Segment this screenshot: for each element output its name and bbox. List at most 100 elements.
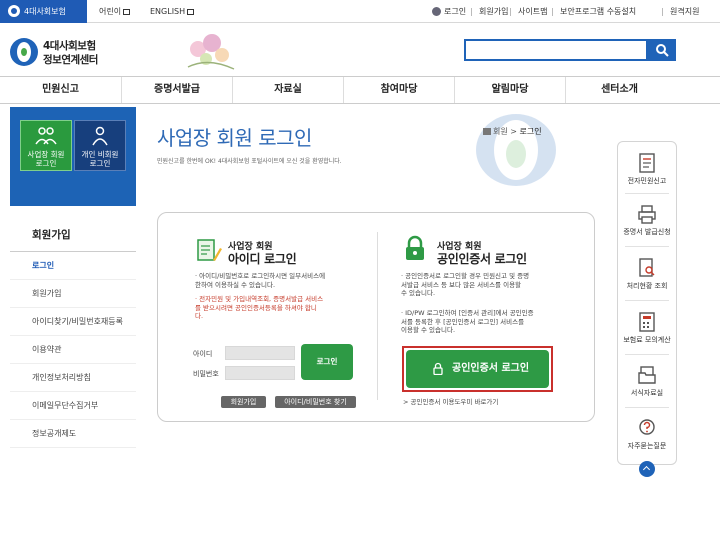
side-menu-item-email-refusal[interactable]: 이메일무단수집거부 (10, 392, 136, 420)
brand-line1: 4대사회보험 (43, 40, 96, 52)
quick-menu-e-complaint[interactable]: 전자민원신고 (617, 153, 677, 186)
side-menu-item-find-id[interactable]: 아이디찾기/비밀번호재등록 (10, 308, 136, 336)
divider (625, 193, 669, 194)
brand-line2: 정보연계센터 (43, 54, 98, 66)
tab-label-line1: 사업장 회원 (27, 150, 65, 159)
search-input[interactable] (464, 39, 648, 61)
divider (625, 407, 669, 408)
home-icon (483, 128, 491, 135)
quick-menu-label: 증명서 발급신청 (623, 228, 671, 236)
main-nav: 민원신고 증명서발급 자료실 참여마당 알림마당 센터소개 (0, 76, 720, 104)
nav-item-notice[interactable]: 알림마당 (454, 77, 565, 103)
side-menu-title: 회원가입 (10, 218, 136, 252)
tab-label-line1: 개인 비회원 (81, 150, 119, 159)
flower-illustration (187, 34, 235, 70)
emblem-icon (10, 38, 38, 66)
logo-dot-icon (8, 5, 20, 17)
nav-item-participation[interactable]: 참여마당 (343, 77, 454, 103)
cert-login-title: 공인인증서 로그인 (437, 252, 527, 266)
intro-text: 민원신고를 한번에 OK! 4대사회보험 포털사이트에 오신 것을 환영합니다. (157, 158, 342, 165)
tab-label-line2: 로그인 (35, 159, 57, 168)
side-menu-item-disclosure[interactable]: 정보공개제도 (10, 420, 136, 448)
id-login-note1: · 아이디/비밀번호로 로그인하시면 일부서비스에 한하여 이용하실 수 있습니… (195, 272, 326, 289)
search-document-icon (639, 258, 655, 277)
password-input[interactable] (225, 366, 295, 380)
individual-login-tab[interactable]: 개인 비회원 로그인 (74, 120, 126, 171)
cert-help-link[interactable]: > 공인인증서 이용도우미 바로가기 (403, 396, 498, 406)
tab-social-insurance[interactable]: 4대사회보험 (0, 0, 87, 23)
tab-label: ENGLISH (150, 7, 186, 16)
nav-item-complaint[interactable]: 민원신고 (0, 77, 121, 103)
quick-menu-calculator[interactable]: 보험료 모의계산 (617, 312, 677, 345)
user-icon (432, 7, 441, 16)
id-label: 아이디 (193, 350, 213, 358)
emblem-watermark (476, 114, 556, 186)
quick-menu-label: 처리현황 조회 (626, 282, 668, 290)
id-login-note2: · 전자민원 및 가입내역조회, 증명서발급 서비스 를 받으시려면 공인인증서… (195, 295, 324, 320)
cert-login-button-label: 공인인증서 로그인 (452, 363, 530, 374)
group-users-icon (35, 127, 57, 145)
tab-english[interactable]: ENGLISH (150, 0, 195, 23)
external-window-icon (187, 8, 195, 15)
login-type-panel: 사업장 회원 로그인 개인 비회원 로그인 (10, 107, 136, 206)
divider (625, 354, 669, 355)
card-divider (377, 232, 378, 400)
folder-icon (638, 366, 656, 384)
side-menu-item-login[interactable]: 로그인 (10, 252, 136, 280)
document-list-icon (639, 153, 655, 173)
cert-login-button[interactable]: 공인인증서 로그인 (406, 350, 549, 388)
quick-menu-status[interactable]: 처리현황 조회 (617, 258, 677, 291)
breadcrumb-current: 로그인 (519, 127, 542, 136)
cert-login-note1: · 공인인증서로 로그인할 경우 민원신고 및 증명 서발급 서비스 등 보다 … (401, 272, 530, 297)
login-link[interactable]: 로그인 (432, 0, 466, 23)
search-button[interactable] (648, 39, 676, 61)
side-menu-item-privacy[interactable]: 개인정보처리방침 (10, 364, 136, 392)
document-pencil-icon (197, 239, 222, 261)
user-icon (92, 126, 108, 146)
nav-item-about[interactable]: 센터소개 (565, 77, 673, 103)
sitemap-link[interactable]: 사이트맵 (509, 0, 547, 23)
remote-support-link[interactable]: 원격지원 (661, 0, 699, 23)
security-program-link[interactable]: 보안프로그램 수동설치 (551, 0, 636, 23)
nav-item-library[interactable]: 자료실 (232, 77, 343, 103)
find-id-password-button[interactable]: 아이디/비밀번호 찾기 (275, 396, 356, 408)
quick-menu (617, 141, 677, 465)
tab-label: 4대사회보험 (24, 7, 66, 16)
quick-menu-certificate[interactable]: 증명서 발급신청 (617, 204, 677, 237)
tab-label: 어린이 (99, 7, 122, 16)
divider (625, 246, 669, 247)
tab-kids[interactable]: 어린이 (99, 0, 131, 23)
site-logo[interactable]: 4대사회보험 정보연계센터 (10, 34, 120, 70)
quick-menu-label: 자주묻는질문 (627, 442, 667, 450)
id-login-title: 아이디 로그인 (228, 252, 297, 266)
login-button[interactable]: 로그인 (301, 344, 353, 380)
page-title: 사업장 회원 로그인 (157, 126, 312, 150)
quick-menu-label: 보험료 모의계산 (623, 336, 671, 344)
quick-menu-label: 서식자료실 (630, 389, 664, 397)
divider (625, 300, 669, 301)
tab-label-line2: 로그인 (89, 159, 111, 168)
quick-menu-label: 전자민원신고 (627, 177, 667, 185)
question-bubble-icon (639, 419, 655, 435)
external-window-icon (123, 8, 131, 15)
join-link[interactable]: 회원가입 (470, 0, 508, 23)
login-link-label: 로그인 (444, 7, 467, 16)
breadcrumb: 회원 > 로그인 (483, 126, 542, 137)
id-input[interactable] (225, 346, 295, 360)
scroll-top-button[interactable] (639, 461, 655, 477)
breadcrumb-item[interactable]: 회원 (493, 127, 508, 136)
nav-item-certificate[interactable]: 증명서발급 (121, 77, 232, 103)
quick-menu-faq[interactable]: 자주묻는질문 (617, 418, 677, 451)
password-label: 비밀번호 (193, 370, 219, 378)
search-icon (656, 44, 669, 57)
cert-login-note2: · ID/PW 로그인하여 [인증서 관리]에서 공인인증 서를 등록한 후 [… (401, 309, 534, 334)
business-member-login-tab[interactable]: 사업장 회원 로그인 (20, 120, 72, 171)
calculator-icon (639, 312, 655, 332)
printer-icon (638, 205, 656, 224)
join-button[interactable]: 회원가입 (221, 396, 266, 408)
top-utility-bar: 4대사회보험 어린이 ENGLISH 로그인 회원가입 사이트맵 보안프로그램 … (0, 0, 720, 23)
side-menu-item-terms[interactable]: 이용약관 (10, 336, 136, 364)
side-menu-item-join[interactable]: 회원가입 (10, 280, 136, 308)
quick-menu-forms[interactable]: 서식자료실 (617, 365, 677, 398)
lock-icon (406, 235, 424, 260)
